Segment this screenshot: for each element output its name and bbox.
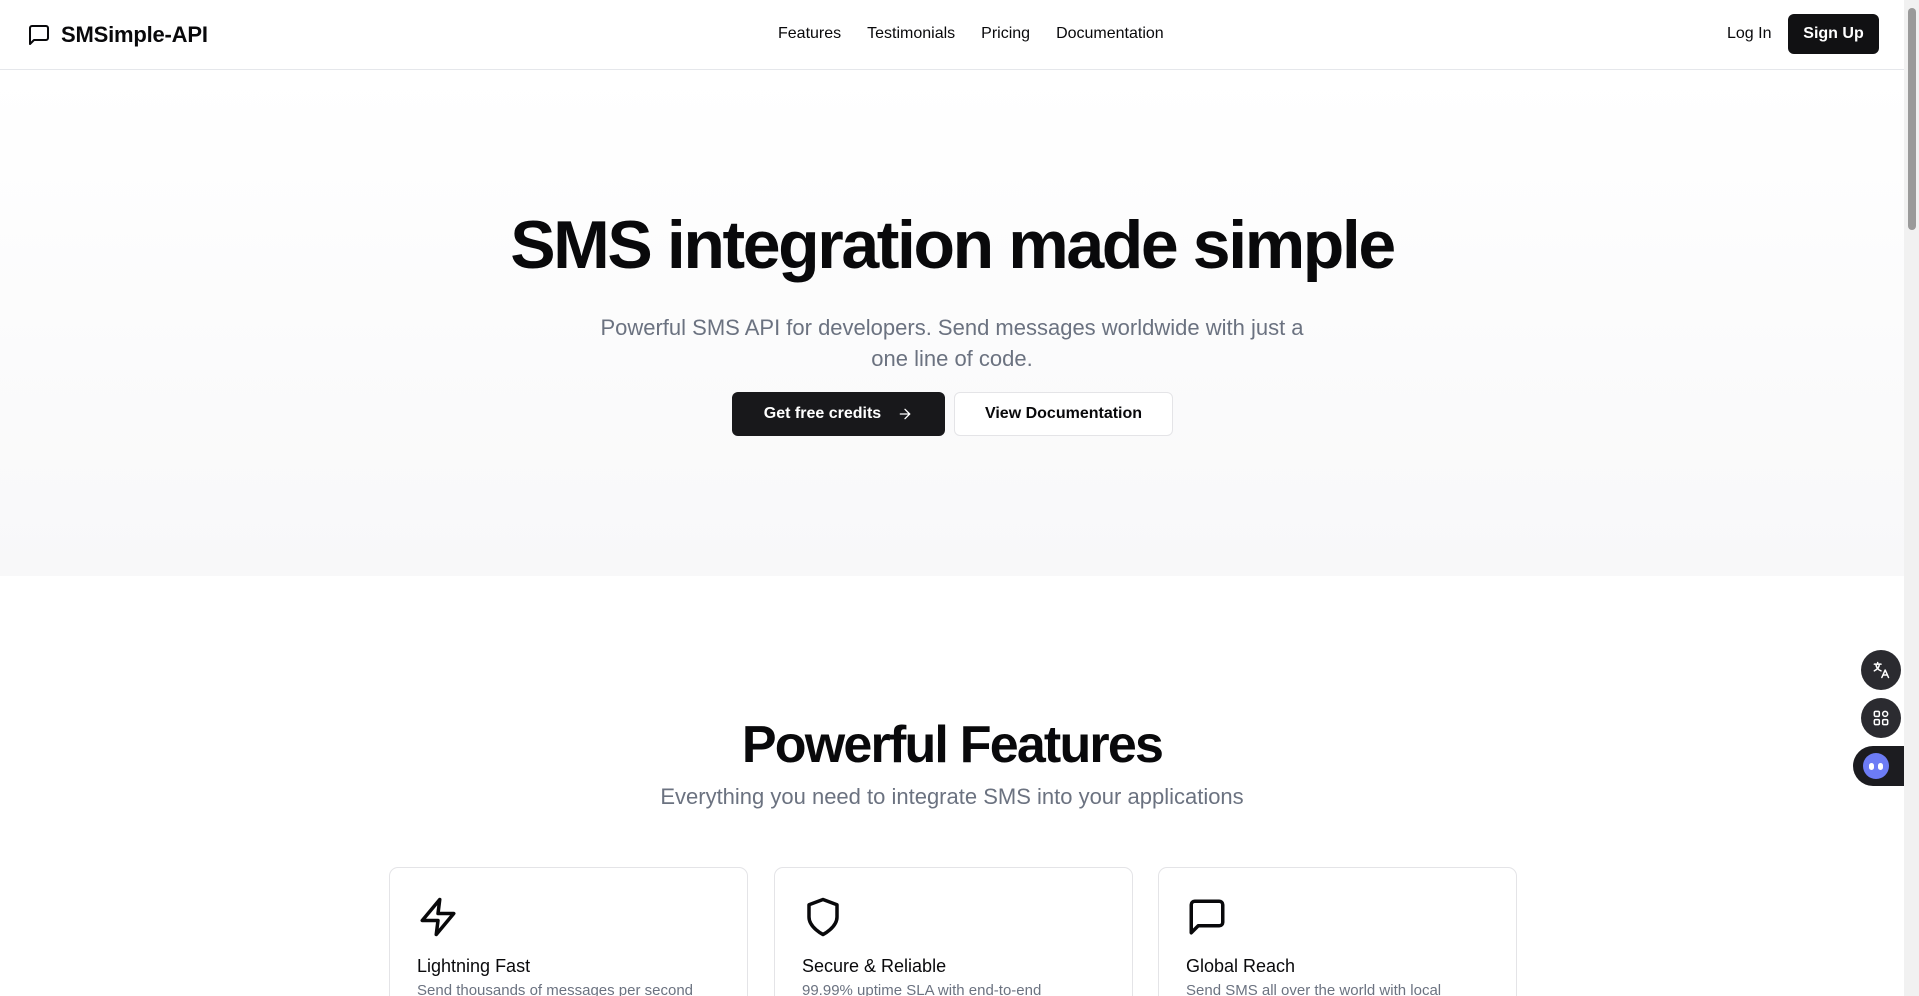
shield-icon xyxy=(807,897,839,937)
arrow-right-icon xyxy=(899,408,911,420)
page-scrollbar[interactable] xyxy=(1904,0,1919,996)
message-square-icon xyxy=(1189,899,1225,935)
hero-title: SMS integration made simple xyxy=(510,207,1396,283)
translate-icon xyxy=(1873,661,1890,679)
signup-button[interactable]: Sign Up xyxy=(1788,14,1879,54)
feature-card-desc: Send thousands of messages per second xyxy=(417,982,694,996)
feature-card-title: Secure & Reliable xyxy=(802,956,947,976)
lightning-icon xyxy=(420,897,456,937)
nav-documentation[interactable]: Documentation xyxy=(1056,22,1164,46)
main-nav: Features Testimonials Pricing Documentat… xyxy=(778,22,1164,46)
feature-card-desc: 99.99% uptime SLA with end-to-end xyxy=(802,982,1042,996)
scrollbar-thumb[interactable] xyxy=(1908,8,1916,230)
feature-card-lightning: Lightning Fast Send thousands of message… xyxy=(389,867,748,996)
get-free-credits-label: Get free credits xyxy=(763,405,882,422)
brand-name: SMSimple-API xyxy=(61,22,208,47)
feature-card-secure: Secure & Reliable 99.99% uptime SLA with… xyxy=(774,867,1133,996)
feature-card-title: Global Reach xyxy=(1186,956,1296,976)
assistant-button[interactable] xyxy=(1853,746,1904,786)
login-link[interactable]: Log In xyxy=(1727,22,1771,46)
get-free-credits-button[interactable]: Get free credits xyxy=(732,392,945,436)
site-header: SMSimple-API Features Testimonials Prici… xyxy=(0,0,1904,70)
hero-section: SMS integration made simple Powerful SMS… xyxy=(0,71,1904,576)
apps-button[interactable] xyxy=(1861,698,1901,738)
feature-card-title: Lightning Fast xyxy=(417,956,531,976)
features-title: Powerful Features xyxy=(741,716,1164,774)
apps-grid-icon xyxy=(1873,710,1889,726)
feature-card-global: Global Reach Send SMS all over the world… xyxy=(1158,867,1517,996)
nav-features[interactable]: Features xyxy=(778,22,841,46)
assistant-icon xyxy=(1863,753,1889,779)
nav-testimonials[interactable]: Testimonials xyxy=(867,22,955,46)
view-documentation-button[interactable]: View Documentation xyxy=(954,392,1173,436)
nav-pricing[interactable]: Pricing xyxy=(981,22,1030,46)
message-square-icon xyxy=(29,25,49,45)
features-subtitle: Everything you need to integrate SMS int… xyxy=(660,784,1244,809)
translate-button[interactable] xyxy=(1861,650,1901,690)
brand-logo[interactable]: SMSimple-API xyxy=(27,20,208,50)
hero-subtitle: Powerful SMS API for developers. Send me… xyxy=(600,315,1304,371)
feature-card-desc: Send SMS all over the world with local xyxy=(1186,982,1442,996)
